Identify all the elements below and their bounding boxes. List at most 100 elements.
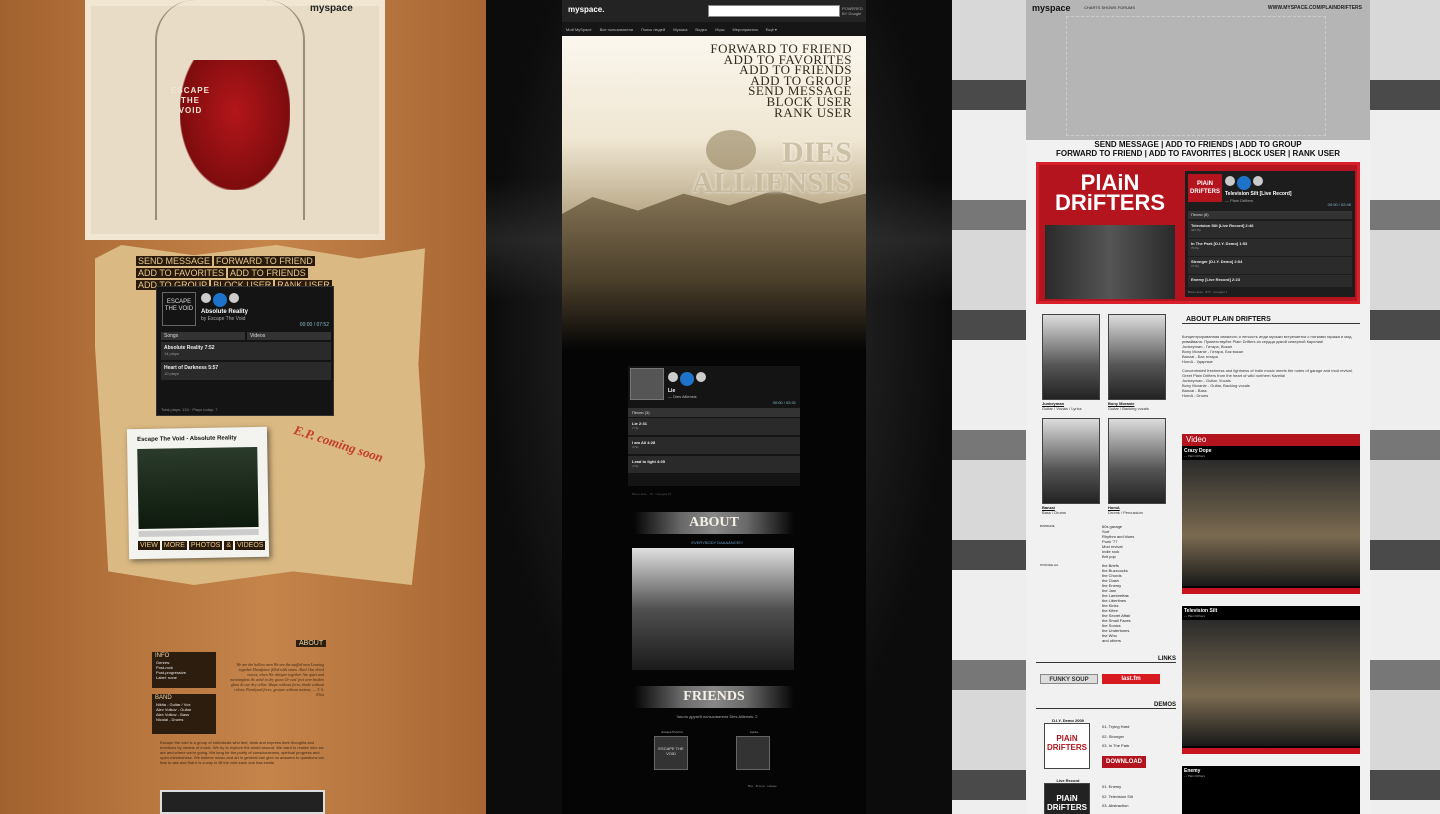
about-header: ABOUT PLAIN DRIFTERS: [1182, 316, 1360, 324]
next-icon[interactable]: [696, 372, 706, 382]
nav-more[interactable]: Ещё ▾: [766, 27, 777, 32]
song-row[interactable]: I am All 4:28 4 Пр.: [628, 437, 800, 454]
video-frame[interactable]: [1182, 620, 1360, 746]
tab-videos[interactable]: Videos: [247, 332, 331, 340]
nav-events[interactable]: Мероприятия: [733, 27, 758, 32]
member-card[interactable]: HomA Drums / Percussion: [1108, 418, 1166, 515]
action-links-row1[interactable]: SEND MESSAGE | ADD TO FRIENDS | ADD TO G…: [1026, 140, 1370, 149]
profile-header: myspace CHARTS SHOWS FORUMS WWW.MYSPACE.…: [1026, 0, 1370, 140]
play-icon[interactable]: [680, 372, 694, 386]
demo-cover[interactable]: PlAiN DRiFTERS: [1044, 783, 1090, 814]
header-nav[interactable]: CHARTS SHOWS FORUMS: [1084, 5, 1135, 10]
play-icon[interactable]: [213, 293, 227, 307]
friend-name[interactable]: Арсён: [736, 730, 772, 734]
song-row[interactable]: Lead to light 4:05 4 Пр.: [628, 456, 800, 473]
rank-user-link[interactable]: RANK USER: [686, 106, 852, 119]
song-row[interactable]: Enemy [Live Record] 2:23: [1188, 275, 1352, 287]
player-time: 00:00 / 02:46: [1327, 202, 1351, 207]
nav-people-search[interactable]: Поиск людей: [641, 27, 665, 32]
song-title: Enemy [Live Record]: [1191, 277, 1231, 282]
photos-link[interactable]: PHOTOS: [188, 541, 223, 550]
profile-url[interactable]: WWW.MYSPACE.COM/PLAINDRIFTERS: [1268, 5, 1362, 11]
friend-name[interactable]: EscapeTheVoid: [654, 730, 690, 734]
video-player[interactable]: Crazy Dope — Plain Drifters: [1182, 446, 1360, 594]
friend-avatar[interactable]: ESCAPE THE VOID: [654, 736, 688, 770]
prev-icon[interactable]: [1225, 176, 1235, 186]
videos-link[interactable]: VIDEOS: [235, 541, 266, 550]
prev-icon[interactable]: [668, 372, 678, 382]
video-frame[interactable]: [1182, 460, 1360, 586]
tab-songs[interactable]: Песни (3): [628, 408, 800, 417]
nav-music[interactable]: Музыка: [673, 27, 687, 32]
member-card[interactable]: Bony Moranie Guitar / Backing vocals: [1108, 314, 1166, 411]
video-progress-bar[interactable]: [1182, 748, 1360, 754]
more-link[interactable]: MORE: [161, 541, 187, 550]
add-to-friends-link[interactable]: ADD TO FRIENDS: [228, 268, 308, 278]
friends-filter-links[interactable]: Все · В сети · Новые: [748, 784, 777, 788]
tab-songs[interactable]: Songs: [161, 332, 245, 340]
member-photo[interactable]: [1108, 418, 1166, 504]
player-artwork: [630, 368, 664, 400]
myspace-topbar: myspace. POWERED BY Google: [562, 0, 866, 22]
prev-icon[interactable]: [201, 293, 211, 303]
video-title[interactable]: Crazy Dope: [1182, 446, 1360, 454]
song-row[interactable]: Television Silt [Live Record] 2:46 424 П…: [1188, 221, 1352, 238]
song-row[interactable]: In The Park [D.I.Y. Demo] 1:53 79 Пр.: [1188, 239, 1352, 256]
music-player: PlAiN DRiFTERS Television Silt [Live Rec…: [1185, 171, 1355, 297]
video-progress-bar[interactable]: [1182, 588, 1360, 594]
song-row[interactable]: Stronger [D.I.Y. Demo] 2:04 71 Пр.: [1188, 257, 1352, 274]
nav-games[interactable]: Игры: [715, 27, 724, 32]
tab-songs-count: (8): [1203, 212, 1209, 217]
video-player[interactable]: Television Silt — Plain Drifters: [1182, 606, 1360, 754]
send-message-link[interactable]: SEND MESSAGE: [136, 256, 213, 266]
video-title[interactable]: Television Silt: [1182, 606, 1360, 614]
friend-card[interactable]: EscapeTheVoid ESCAPE THE VOID: [654, 730, 690, 770]
photo-strip[interactable]: [160, 790, 325, 814]
about-text-en: Concentrated freshness and lightness of …: [1182, 368, 1353, 378]
member-photo[interactable]: [1042, 418, 1100, 504]
nav-video[interactable]: Видео: [695, 27, 707, 32]
myspace-logo[interactable]: myspace: [1032, 3, 1071, 13]
myspace-logo[interactable]: myspace: [310, 3, 353, 14]
demo-tracklist: 01. Trying Hard 02. Stronger 03. In The …: [1102, 722, 1162, 751]
friend-card[interactable]: Арсён: [736, 730, 772, 770]
play-icon[interactable]: [1237, 176, 1251, 190]
add-to-favorites-link[interactable]: ADD TO FAVORITES: [136, 268, 227, 278]
next-icon[interactable]: [1253, 176, 1263, 186]
video-player[interactable]: Enemy — Plain Drifters: [1182, 766, 1360, 814]
member-card[interactable]: Banzai Bass / Drums: [1042, 418, 1100, 515]
demo-release[interactable]: Live Record PlAiN DRiFTERS: [1044, 778, 1092, 814]
triptych-screenshot: ESCAPE THE VOID myspace SEND MESSAGE FOR…: [0, 0, 1440, 814]
friend-avatar[interactable]: [736, 736, 770, 770]
search-input[interactable]: [708, 5, 840, 17]
sounds-like-item: and others: [1102, 638, 1121, 643]
member-role: Bass / Drums: [1042, 510, 1067, 515]
lastfm-link[interactable]: last.fm: [1102, 674, 1160, 684]
song-row[interactable]: Lie 2:31 7 Пр.: [628, 418, 800, 435]
demo-release[interactable]: D.I.Y. Demo 2009 PlAiN DRiFTERS: [1044, 718, 1092, 769]
nav-all-users[interactable]: Все пользователи: [600, 27, 633, 32]
member-photo[interactable]: [1042, 314, 1100, 400]
action-links-row2[interactable]: FORWARD TO FRIEND | ADD TO FAVORITES | B…: [1026, 149, 1370, 158]
song-row[interactable]: Heart of Darkness 5:57 10 plays: [161, 362, 331, 380]
demo-cover[interactable]: PlAiN DRiFTERS: [1044, 723, 1090, 769]
tab-songs[interactable]: Песни (8): [1188, 211, 1352, 219]
video-title[interactable]: Enemy: [1182, 766, 1360, 774]
player-controls: [668, 372, 706, 386]
member-card[interactable]: Junkeyman Guitar / Vocals / Lyrics: [1042, 314, 1100, 411]
forward-to-friend-link[interactable]: FORWARD TO FRIEND: [214, 256, 315, 266]
view-link[interactable]: VIEW: [138, 541, 160, 550]
nav-my-myspace[interactable]: Мой MySpace: [566, 27, 592, 32]
member-photo[interactable]: [1108, 314, 1166, 400]
funky-soup-link[interactable]: FUNKY SOUP: [1040, 674, 1098, 684]
next-icon[interactable]: [229, 293, 239, 303]
video-control-bar[interactable]: [138, 528, 259, 538]
player-controls: [1225, 176, 1263, 190]
myspace-logo[interactable]: myspace.: [568, 5, 604, 14]
main-nav: Мой MySpace Все пользователи Поиск людей…: [562, 22, 866, 36]
band-live-photo[interactable]: [632, 548, 794, 670]
video-frame[interactable]: [137, 446, 259, 530]
song-row[interactable]: Absolute Reality 7:52 14 plays: [161, 342, 331, 360]
band-header: BAND: [155, 695, 172, 701]
download-button[interactable]: DOWNLOAD: [1102, 756, 1146, 768]
